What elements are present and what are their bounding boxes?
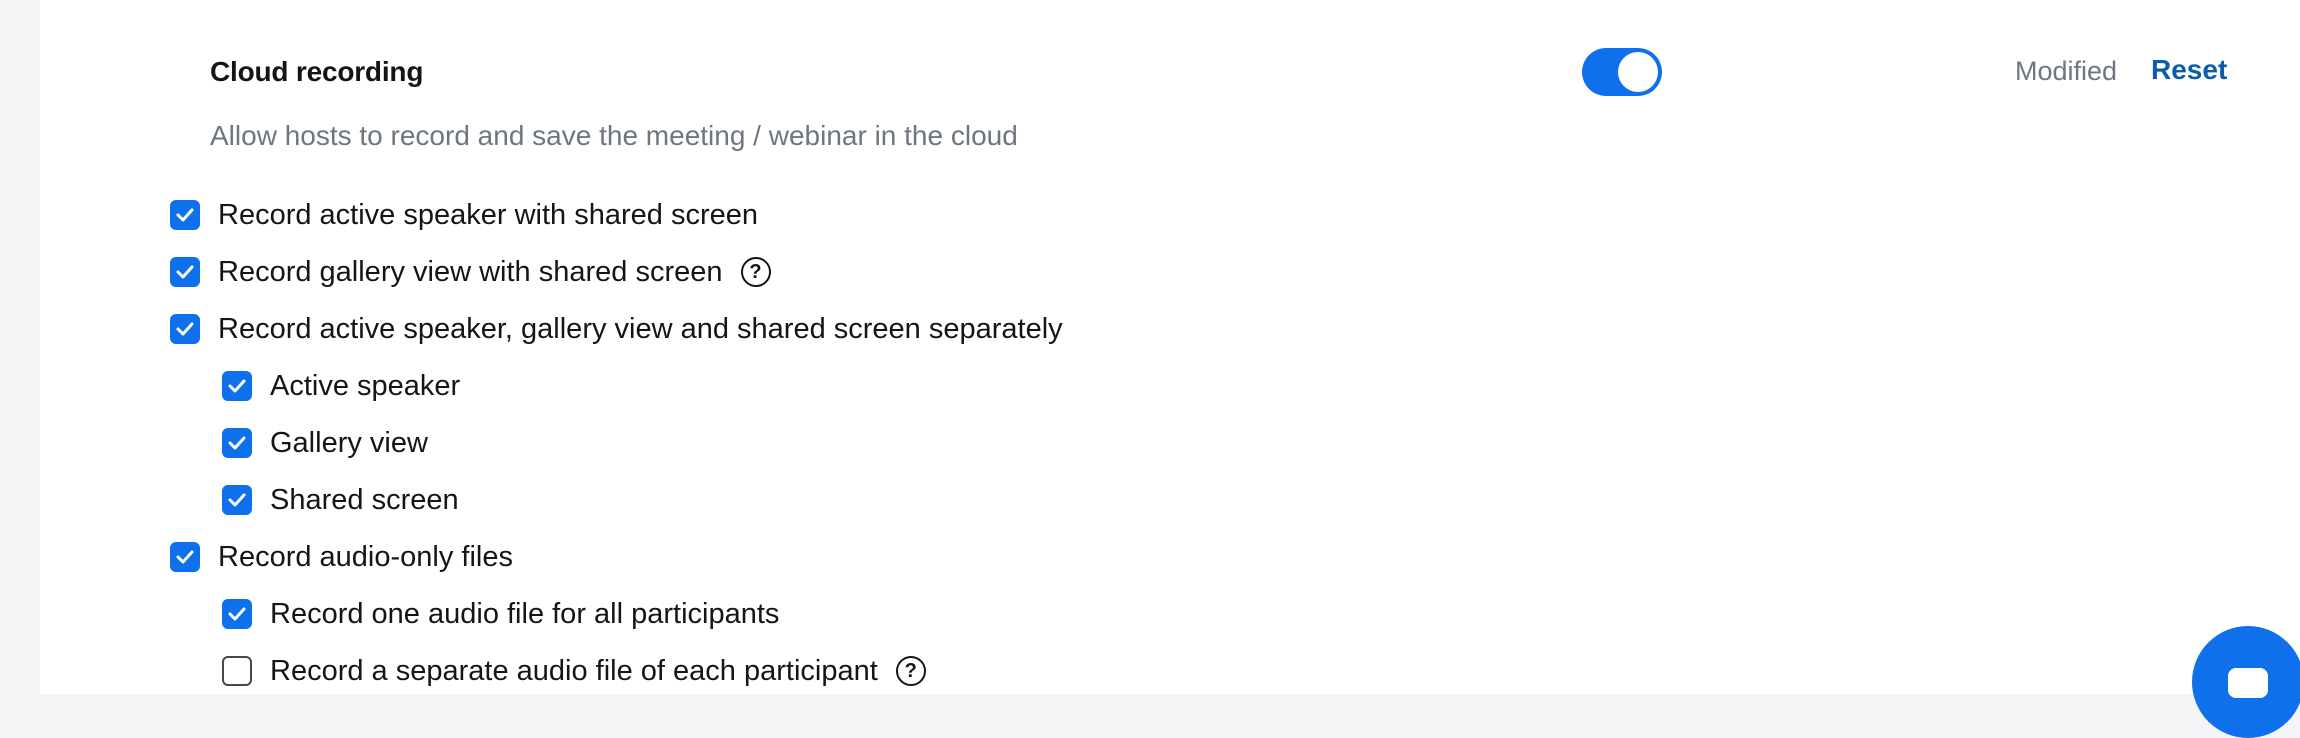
option-label: Record one audio file for all participan…: [270, 597, 780, 630]
option-label: Record active speaker with shared screen: [218, 198, 758, 231]
setting-title: Cloud recording: [210, 56, 424, 87]
option-record-audio-only[interactable]: Record audio-only files: [170, 537, 513, 577]
checkbox[interactable]: [222, 485, 252, 515]
option-separate-audio-files[interactable]: Record a separate audio file of each par…: [222, 651, 926, 691]
checkmark-icon: [228, 379, 246, 393]
checkbox[interactable]: [170, 257, 200, 287]
checkmark-icon: [176, 208, 194, 222]
toggle-knob: [1618, 52, 1658, 92]
option-one-audio-file[interactable]: Record one audio file for all participan…: [222, 594, 779, 634]
option-record-gallery-view-shared-screen[interactable]: Record gallery view with shared screen ?: [170, 252, 771, 292]
checkbox[interactable]: [170, 314, 200, 344]
question-circle-icon[interactable]: ?: [740, 257, 771, 287]
option-label: Gallery view: [270, 426, 428, 459]
checkmark-icon: [176, 322, 194, 336]
option-label: Active speaker: [270, 369, 461, 402]
checkbox[interactable]: [222, 599, 252, 629]
checkmark-icon: [176, 550, 194, 564]
checkmark-icon: [228, 607, 246, 621]
checkbox[interactable]: [170, 542, 200, 572]
option-label: Record audio-only files: [218, 540, 513, 573]
modified-status: Modified: [2015, 56, 2118, 86]
question-circle-icon[interactable]: ?: [895, 656, 926, 686]
checkbox[interactable]: [222, 656, 252, 686]
cloud-recording-toggle[interactable]: [1582, 48, 1662, 96]
checkbox[interactable]: [222, 428, 252, 458]
checkmark-icon: [228, 493, 246, 507]
option-record-active-speaker-shared-screen[interactable]: Record active speaker with shared screen: [170, 195, 758, 235]
reset-link[interactable]: Reset: [2151, 54, 2227, 86]
option-label: Record active speaker, gallery view and …: [218, 312, 1063, 345]
option-shared-screen[interactable]: Shared screen: [222, 480, 459, 520]
checkmark-icon: [228, 436, 246, 450]
option-label: Shared screen: [270, 483, 459, 516]
checkmark-icon: [176, 265, 194, 279]
option-label: Record a separate audio file of each par…: [270, 654, 878, 687]
setting-description: Allow hosts to record and save the meeti…: [210, 120, 1018, 151]
option-label: Record gallery view with shared screen: [218, 255, 723, 288]
checkbox[interactable]: [170, 200, 200, 230]
checkbox[interactable]: [222, 371, 252, 401]
chat-button[interactable]: [2192, 626, 2300, 738]
option-active-speaker[interactable]: Active speaker: [222, 366, 460, 406]
settings-panel: Cloud recording Allow hosts to record an…: [40, 0, 2300, 738]
left-sidebar-edge: [0, 0, 40, 694]
option-gallery-view[interactable]: Gallery view: [222, 423, 428, 463]
option-record-separately[interactable]: Record active speaker, gallery view and …: [170, 309, 1063, 349]
